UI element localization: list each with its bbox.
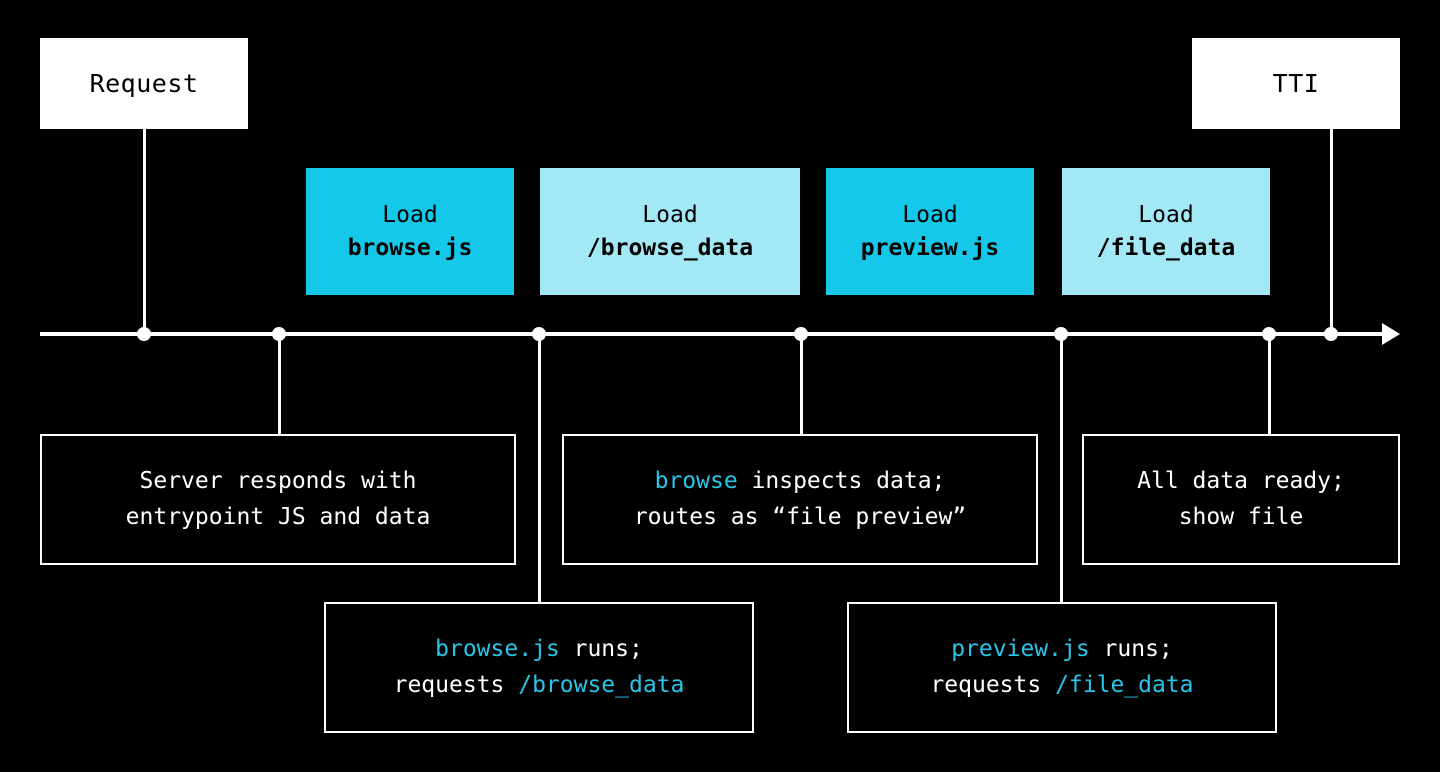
note-preview-js-runs-line2-plain: requests — [930, 671, 1056, 698]
note-browse-inspects-line1: browse inspects data; — [655, 464, 946, 500]
note-browse-js-runs-rest: runs; — [559, 635, 643, 662]
timeline-diagram: Request TTI Load browse.js Load /browse_… — [0, 0, 1440, 772]
note-browse-js-runs: browse.js runs; requests /browse_data — [324, 602, 754, 733]
connector-browse-inspects — [799, 335, 803, 434]
note-browse-inspects-rest: inspects data; — [737, 467, 946, 494]
connector-tti-to-axis — [1329, 129, 1333, 335]
endpoint-request: Request — [40, 38, 248, 129]
endpoint-request-label: Request — [89, 69, 199, 98]
load-block-file-data-line1: Load — [1138, 201, 1194, 228]
note-browse-js-runs-line2: requests /browse_data — [394, 668, 685, 704]
note-browse-js-runs-line2-plain: requests — [393, 671, 519, 698]
note-preview-js-runs-code: preview.js — [951, 635, 1090, 662]
load-block-file-data-line2: /file_data — [1096, 234, 1236, 261]
endpoint-tti-label: TTI — [1272, 69, 1320, 98]
note-all-data-ready-line2: show file — [1178, 503, 1304, 530]
load-block-browse-js-line2: browse.js — [347, 234, 473, 261]
note-server-responds: Server responds with entrypoint JS and d… — [40, 434, 516, 565]
note-browse-inspects-code: browse — [654, 467, 738, 494]
note-preview-js-runs-line2: requests /file_data — [930, 668, 1193, 704]
endpoint-tti: TTI — [1192, 38, 1400, 129]
connector-request-to-axis — [142, 129, 146, 335]
timeline-arrow-icon — [1382, 322, 1400, 345]
note-all-data-ready-line1: All data ready; — [1137, 467, 1345, 494]
note-preview-js-runs: preview.js runs; requests /file_data — [847, 602, 1277, 733]
note-browse-inspects: browse inspects data; routes as “file pr… — [562, 434, 1038, 565]
load-block-preview-js-line1: Load — [902, 201, 958, 228]
note-server-responds-line1: Server responds with — [139, 467, 417, 494]
note-all-data-ready: All data ready; show file — [1082, 434, 1400, 565]
load-block-preview-js: Load preview.js — [826, 168, 1034, 295]
timeline-tick-tti — [1324, 326, 1338, 341]
connector-server-responds — [277, 335, 281, 434]
timeline-tick-request — [137, 326, 151, 341]
note-browse-js-runs-line2-code: /browse_data — [518, 671, 685, 698]
note-browse-js-runs-code: browse.js — [435, 635, 560, 662]
timeline-axis — [40, 331, 1385, 336]
note-browse-js-runs-line1: browse.js runs; — [435, 632, 643, 668]
load-block-file-data: Load /file_data — [1062, 168, 1270, 295]
load-block-browse-js: Load browse.js — [306, 168, 514, 295]
connector-all-data-ready — [1267, 335, 1271, 434]
connector-preview-js-runs — [1059, 335, 1063, 602]
load-block-browse-data: Load /browse_data — [540, 168, 800, 295]
note-server-responds-line2: entrypoint JS and data — [125, 503, 431, 530]
note-browse-inspects-line2: routes as “file preview” — [633, 503, 967, 530]
note-preview-js-runs-line1: preview.js runs; — [951, 632, 1173, 668]
load-block-browse-data-line2: /browse_data — [586, 234, 754, 261]
note-preview-js-runs-line2-code: /file_data — [1055, 671, 1194, 698]
load-block-browse-js-line1: Load — [382, 201, 438, 228]
load-block-browse-data-line1: Load — [642, 201, 698, 228]
connector-browse-js-runs — [537, 335, 541, 602]
note-preview-js-runs-rest: runs; — [1089, 635, 1173, 662]
load-block-preview-js-line2: preview.js — [860, 234, 1000, 261]
